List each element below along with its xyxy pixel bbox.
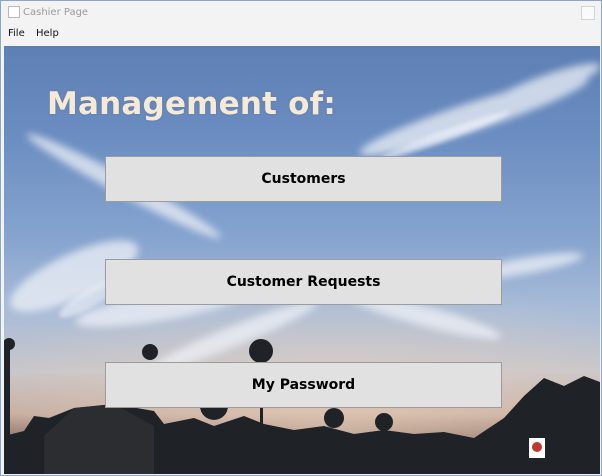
window-control-button[interactable] [581,6,595,20]
app-window: Cashier Page File Help Management of: Cu… [0,0,602,476]
app-icon [8,6,20,18]
menu-file[interactable]: File [8,28,25,39]
menu-bar: File Help [1,25,601,45]
customers-button[interactable]: Customers [105,156,502,202]
background-photo-panel: Management of: Customers Customer Reques… [4,46,600,474]
title-bar[interactable]: Cashier Page [1,1,601,25]
customer-requests-button[interactable]: Customer Requests [105,259,502,305]
menu-help[interactable]: Help [36,28,59,39]
page-heading: Management of: [47,86,336,122]
my-password-button[interactable]: My Password [105,362,502,408]
window-title: Cashier Page [23,7,89,18]
